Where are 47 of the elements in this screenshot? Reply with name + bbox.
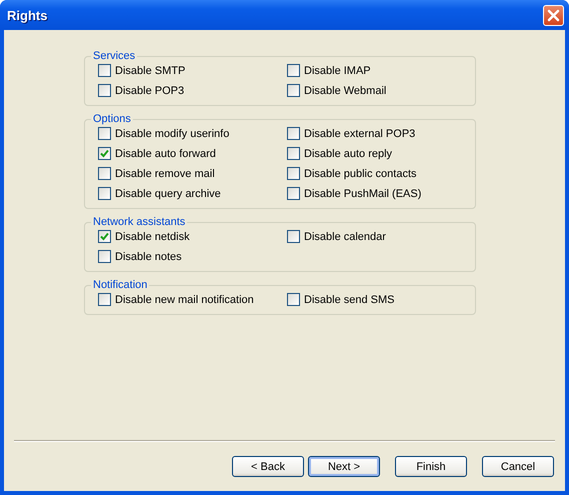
checkbox[interactable]	[98, 127, 111, 140]
checkbox-option[interactable]: Disable remove mail	[98, 167, 287, 180]
checkbox[interactable]	[287, 293, 300, 306]
close-button[interactable]	[543, 4, 564, 26]
checkbox-option[interactable]: Disable PushMail (EAS)	[287, 187, 475, 200]
checkbox[interactable]	[98, 187, 111, 200]
checkbox-option[interactable]: Disable IMAP	[287, 64, 475, 77]
dialog-button[interactable]: Finish	[395, 456, 467, 477]
checkbox[interactable]	[287, 187, 300, 200]
checkbox[interactable]	[98, 147, 111, 160]
checkbox[interactable]	[98, 167, 111, 180]
close-icon	[547, 8, 560, 22]
checkbox[interactable]	[287, 64, 300, 77]
dialog-button[interactable]: < Back	[232, 456, 304, 477]
checkbox[interactable]	[98, 230, 111, 243]
checkbox[interactable]	[98, 64, 111, 77]
group-title: Options	[92, 113, 132, 125]
checkbox[interactable]	[98, 250, 111, 263]
checkbox-option[interactable]: Disable new mail notification	[98, 293, 287, 306]
dialog-button[interactable]: Cancel	[482, 456, 554, 477]
checkbox-option[interactable]: Disable external POP3	[287, 127, 475, 140]
checkbox-option[interactable]: Disable netdisk	[98, 230, 287, 243]
checkbox[interactable]	[287, 127, 300, 140]
checkbox-option[interactable]: Disable Webmail	[287, 84, 475, 97]
checkbox[interactable]	[98, 84, 111, 97]
checkbox-option[interactable]: Disable POP3	[98, 84, 287, 97]
checkbox[interactable]	[98, 293, 111, 306]
checkbox-option[interactable]: Disable send SMS	[287, 293, 475, 306]
checkbox-option[interactable]: Disable modify userinfo	[98, 127, 287, 140]
group-title: Network assistants	[92, 216, 186, 228]
checkbox[interactable]	[287, 230, 300, 243]
dialog-button[interactable]: Next >	[308, 456, 380, 477]
window-title: Rights	[7, 8, 48, 22]
checkbox-option[interactable]: Disable calendar	[287, 230, 475, 243]
group-title: Notification	[92, 279, 148, 291]
checkbox[interactable]	[287, 147, 300, 160]
checkbox-option[interactable]: Disable notes	[98, 250, 287, 263]
checkbox[interactable]	[287, 167, 300, 180]
group-title: Services	[92, 50, 136, 62]
check-icon	[100, 149, 109, 158]
checkbox-option[interactable]: Disable auto reply	[287, 147, 475, 160]
checkbox-option[interactable]: Disable query archive	[98, 187, 287, 200]
checkbox-option[interactable]: Disable SMTP	[98, 64, 287, 77]
check-icon	[100, 232, 109, 241]
checkbox-option[interactable]: Disable auto forward	[98, 147, 287, 160]
checkbox-option[interactable]: Disable public contacts	[287, 167, 475, 180]
checkbox[interactable]	[287, 84, 300, 97]
